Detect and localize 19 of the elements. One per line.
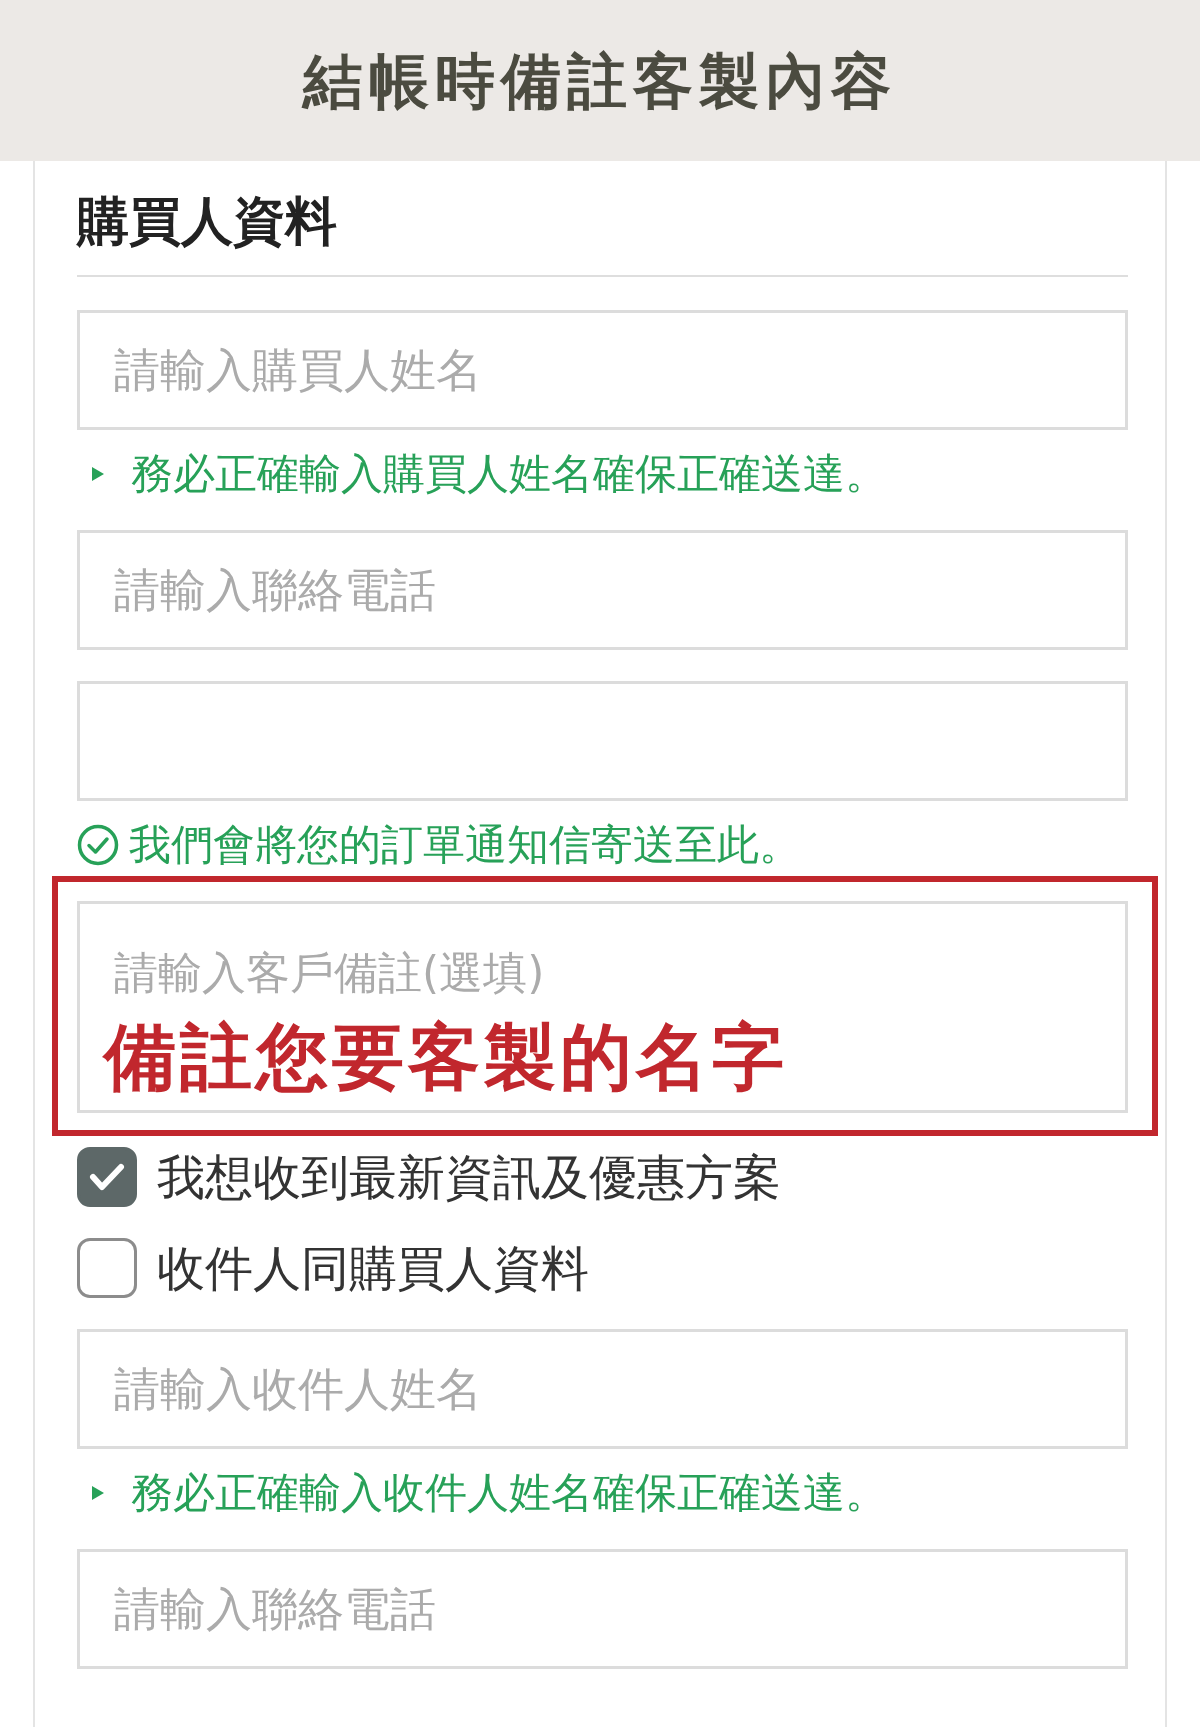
hint-text: 務必正確輸入購買人姓名確保正確送達。: [131, 449, 887, 499]
input-field[interactable]: 請輸入購買人姓名: [77, 310, 1128, 430]
triangle-icon: [92, 1486, 104, 1500]
section-title: 購買人資料: [77, 190, 338, 252]
checkbox-label[interactable]: 我想收到最新資訊及優惠方案: [157, 1147, 781, 1207]
check-circle-icon: [77, 824, 119, 866]
input-field[interactable]: 請輸入收件人姓名: [77, 1329, 1128, 1449]
annotation-text: 備註您要客製的名字: [104, 1019, 788, 1095]
hint-text: 務必正確輸入收件人姓名確保正確送達。: [131, 1468, 887, 1518]
hint-text: 我們會將您的訂單通知信寄送至此。: [129, 820, 801, 870]
checkmark-icon: [89, 1162, 125, 1192]
page-title: 結帳時備註客製內容: [303, 44, 897, 117]
checkbox[interactable]: [77, 1147, 137, 1207]
triangle-icon: [92, 467, 104, 481]
checkbox[interactable]: [77, 1238, 137, 1298]
checkbox-label[interactable]: 收件人同購買人資料: [157, 1238, 589, 1298]
input-field[interactable]: 請輸入聯絡電話: [77, 530, 1128, 650]
input-field[interactable]: 請輸入聯絡電話: [77, 1549, 1128, 1669]
input-field[interactable]: [77, 681, 1128, 801]
